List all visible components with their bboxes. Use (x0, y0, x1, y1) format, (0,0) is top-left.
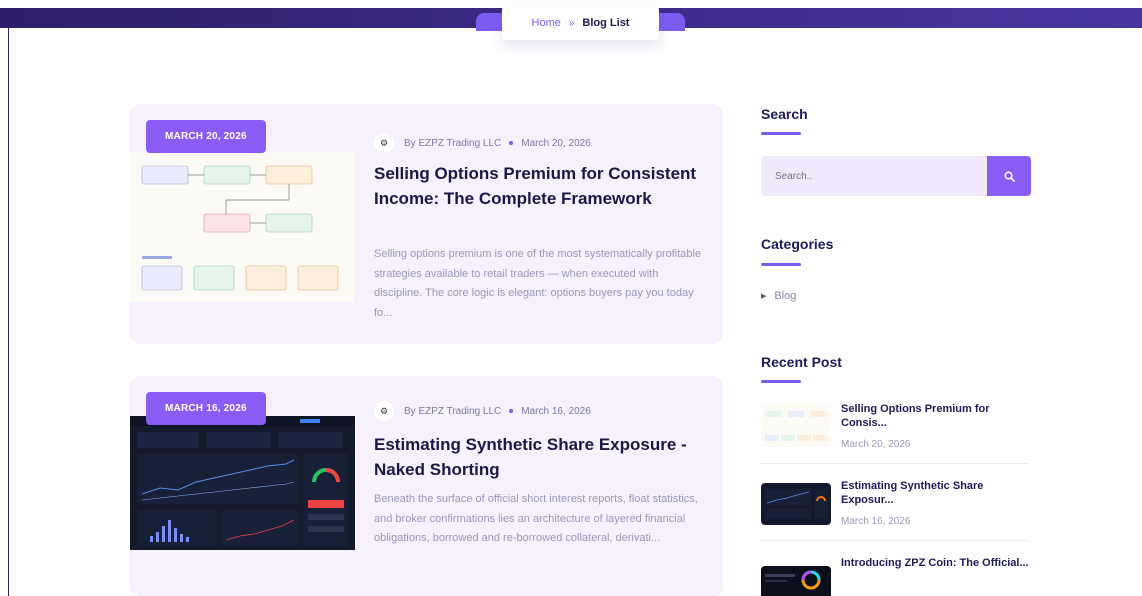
recent-post-item-1[interactable]: Selling Options Premium for Consis... Ma… (761, 402, 1029, 456)
post-author-2[interactable]: By EZPZ Trading LLC (404, 406, 501, 417)
post-date-2: March 16, 2026 (521, 405, 591, 417)
left-edge-line (8, 28, 9, 596)
post-excerpt-1: Selling options premium is one of the mo… (374, 248, 702, 319)
recent-post-heading-underline (761, 380, 801, 383)
meta-dot (509, 409, 514, 413)
post-date-badge-1: MARCH 20, 2026 (146, 120, 266, 153)
recent-post-thumbnail-3[interactable] (761, 566, 831, 596)
blog-list-page: Home » Blog List MARCH 20, 2026 ⚙ By EZP… (0, 0, 1142, 596)
recent-post-item-2[interactable]: Estimating Synthetic Share Exposur... Ma… (761, 479, 1029, 533)
search-button[interactable] (987, 156, 1031, 196)
recent-post-title-3[interactable]: Introducing ZPZ Coin: The Official... (841, 556, 1031, 570)
post-date-1: March 20, 2026 (521, 137, 591, 149)
post-excerpt-2: Beneath the surface of official short in… (374, 493, 698, 544)
recent-post-divider (761, 463, 1029, 464)
dashboard-thumbnail-image (761, 483, 831, 525)
post-title-2[interactable]: Estimating Synthetic Share Exposure -Nak… (374, 432, 704, 482)
recent-post-divider (761, 540, 1029, 541)
caret-right-icon: ▶ (761, 293, 767, 300)
recent-post-date-1: March 20, 2026 (841, 439, 911, 450)
breadcrumb-home-link[interactable]: Home (532, 17, 561, 29)
post-title-1[interactable]: Selling Options Premium for Consistent I… (374, 161, 704, 211)
breadcrumb: Home » Blog List (502, 6, 659, 40)
category-item-blog[interactable]: ▶ Blog (761, 290, 796, 302)
post-meta-2: ⚙ By EZPZ Trading LLC March 16, 2026 (374, 401, 591, 421)
flowchart-thumbnail-image (761, 405, 831, 447)
recent-post-title-1[interactable]: Selling Options Premium for Consis... (841, 402, 1031, 430)
search-icon (1004, 171, 1015, 182)
breadcrumb-separator: » (568, 17, 575, 29)
post-card-2[interactable]: MARCH 16, 2026 ⚙ By EZPZ Trading LLC Mar… (130, 376, 723, 596)
flowchart-thumbnail-image (130, 152, 355, 302)
recent-post-thumbnail-2[interactable] (761, 483, 831, 525)
post-author-1[interactable]: By EZPZ Trading LLC (404, 138, 501, 149)
post-date-badge-2: MARCH 16, 2026 (146, 392, 266, 425)
recent-post-item-3[interactable]: Introducing ZPZ Coin: The Official... (761, 556, 1029, 596)
recent-post-date-2: March 16, 2026 (841, 516, 911, 527)
author-avatar-icon: ⚙ (374, 133, 394, 153)
category-label: Blog (774, 290, 797, 302)
dashboard-thumbnail-image (130, 416, 355, 550)
recent-post-thumbnail-1[interactable] (761, 405, 831, 447)
search-heading: Search (761, 106, 808, 122)
author-avatar-icon: ⚙ (374, 401, 394, 421)
categories-heading-underline (761, 263, 801, 266)
breadcrumb-current: Blog List (582, 17, 630, 29)
categories-heading: Categories (761, 236, 834, 252)
post-card-1[interactable]: MARCH 20, 2026 ⚙ By EZPZ Trading LLC Mar… (130, 104, 723, 344)
search-input[interactable] (761, 156, 987, 196)
post-thumbnail-2[interactable] (130, 416, 355, 550)
coin-thumbnail-image (761, 566, 831, 596)
search-heading-underline (761, 132, 801, 135)
post-thumbnail-1[interactable] (130, 152, 355, 302)
recent-post-heading: Recent Post (761, 354, 842, 370)
meta-dot (509, 141, 514, 145)
post-meta-1: ⚙ By EZPZ Trading LLC March 20, 2026 (374, 133, 591, 153)
recent-post-title-2[interactable]: Estimating Synthetic Share Exposur... (841, 479, 1031, 507)
